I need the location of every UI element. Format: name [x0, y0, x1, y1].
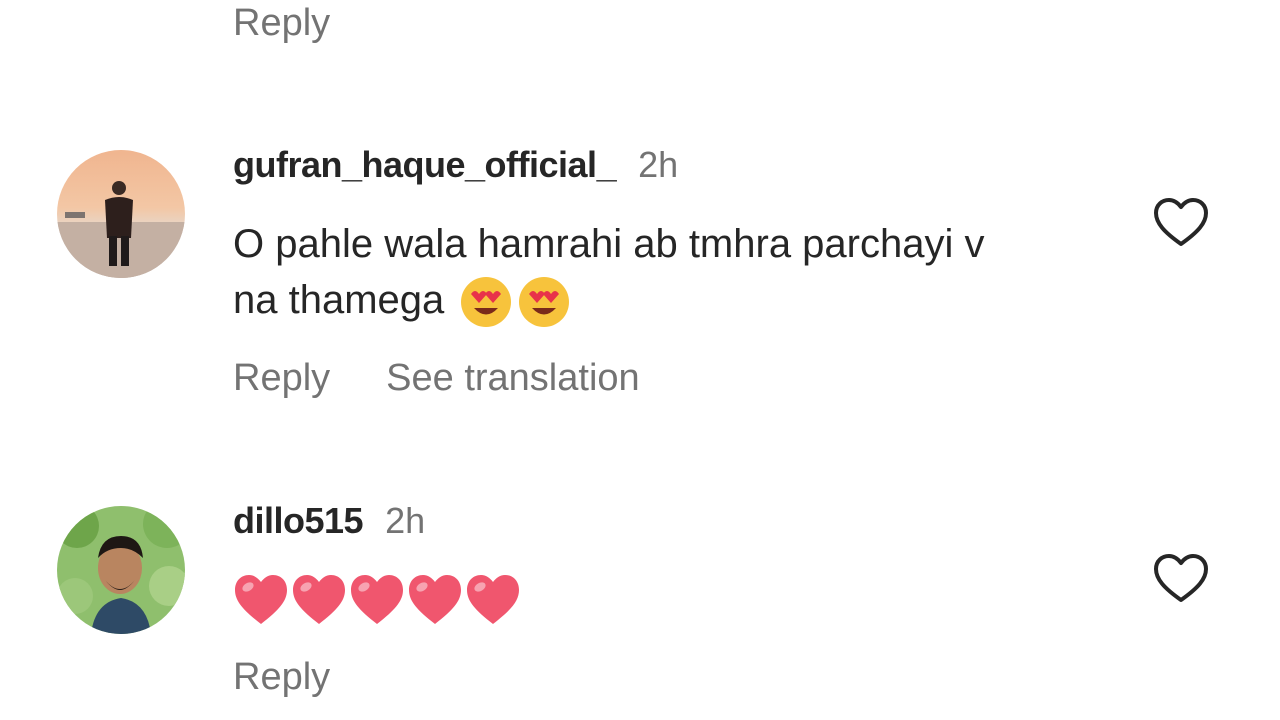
- reply-button[interactable]: Reply: [233, 357, 330, 399]
- comments-screen: Reply gufran_haque_official_ 2h O pahle …: [0, 0, 1280, 720]
- heart-eyes-emoji: [519, 277, 570, 328]
- timestamp: 2h: [638, 144, 679, 185]
- red-heart-emoji: [351, 575, 403, 624]
- comment-actions: Reply See translation: [233, 357, 640, 400]
- see-translation-button[interactable]: See translation: [386, 357, 640, 399]
- comment-actions: Reply: [233, 656, 330, 699]
- heart-outline-icon[interactable]: [1152, 196, 1210, 248]
- red-heart-emoji: [467, 575, 519, 624]
- heart-eyes-emoji: [461, 277, 512, 328]
- avatar[interactable]: [57, 150, 185, 278]
- timestamp: 2h: [385, 500, 426, 541]
- avatar-photo: [57, 506, 185, 634]
- username[interactable]: dillo515: [233, 500, 364, 541]
- comment-header: gufran_haque_official_ 2h: [233, 144, 678, 186]
- avatar[interactable]: [57, 506, 185, 634]
- red-heart-emoji: [235, 575, 287, 624]
- reply-button[interactable]: Reply: [233, 656, 330, 698]
- comment-emoji-row: [233, 572, 521, 628]
- red-heart-emoji: [293, 575, 345, 624]
- comment-header: dillo515 2h: [233, 500, 425, 542]
- red-heart-emoji: [409, 575, 461, 624]
- avatar-photo: [57, 150, 185, 278]
- reply-button[interactable]: Reply: [233, 2, 330, 45]
- comment-text: O pahle wala hamrahi ab tmhra parchayi v…: [233, 216, 993, 329]
- heart-outline-icon[interactable]: [1152, 552, 1210, 604]
- comment-body: O pahle wala hamrahi ab tmhra parchayi v…: [233, 222, 985, 322]
- username[interactable]: gufran_haque_official_: [233, 144, 617, 185]
